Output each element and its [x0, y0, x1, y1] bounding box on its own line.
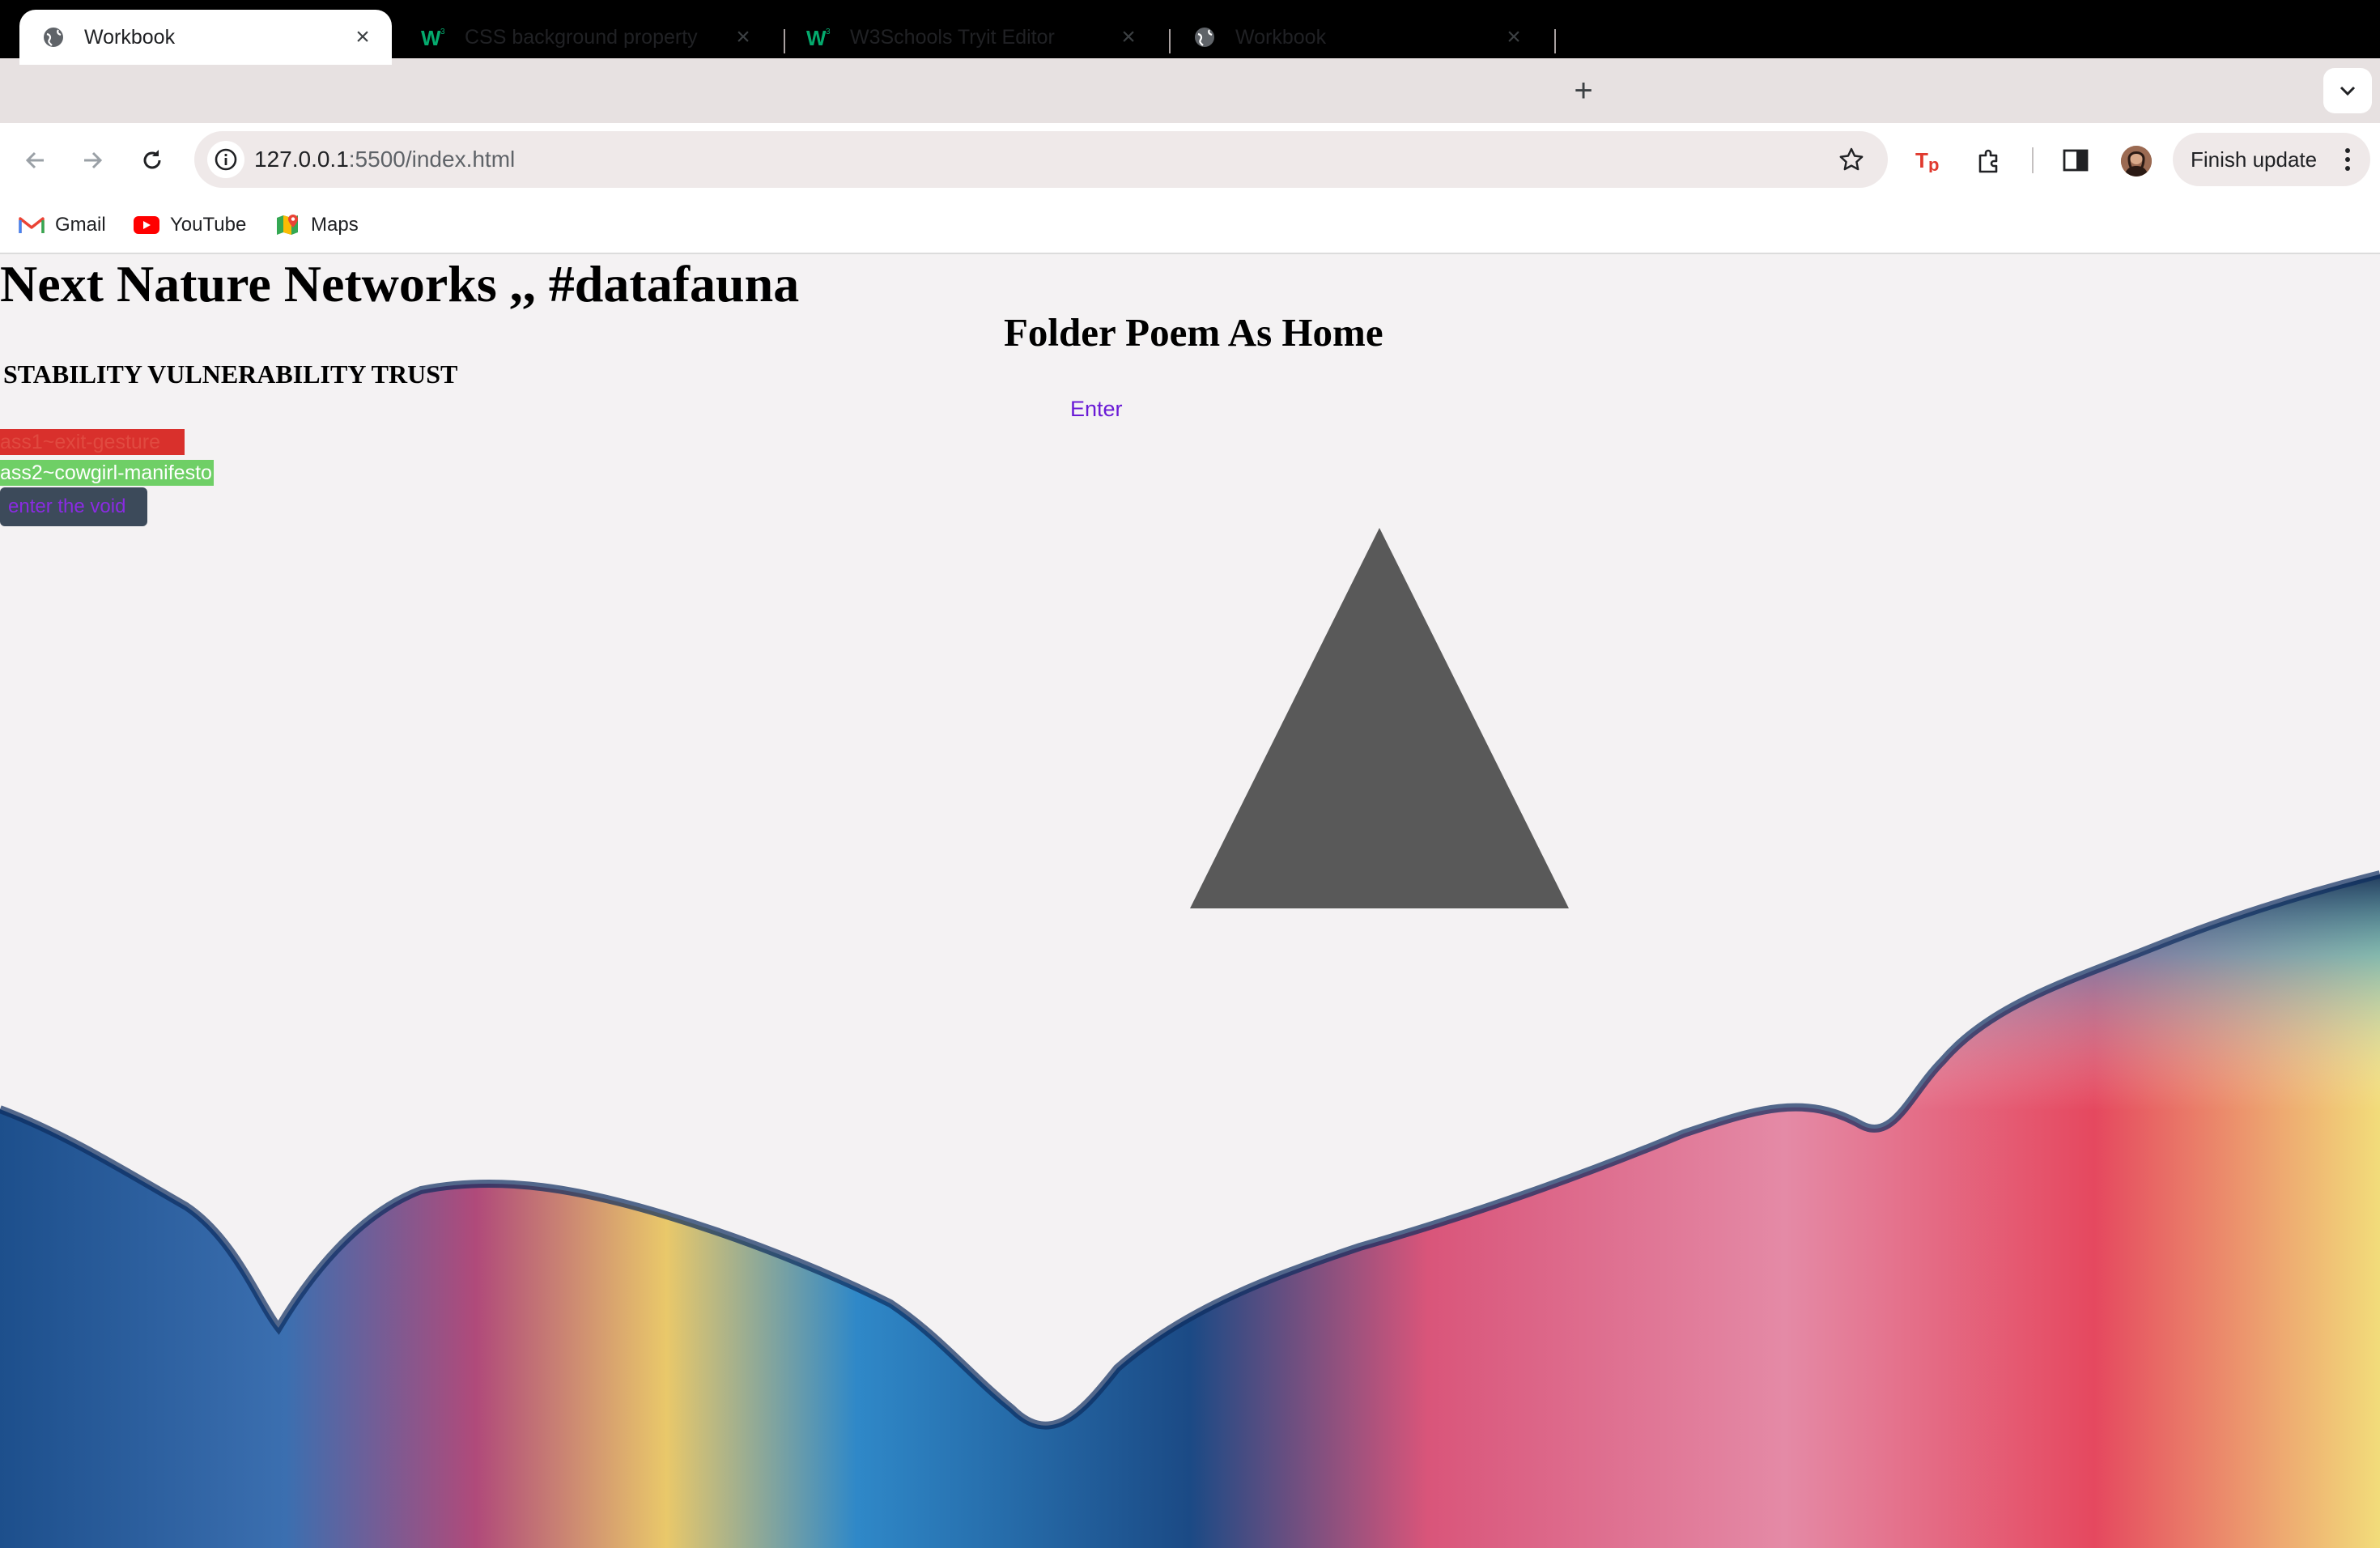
tab-workbook[interactable]: Workbook ×	[1171, 10, 1543, 65]
tab-tryit-editor[interactable]: W3 W3Schools Tryit Editor ×	[785, 10, 1158, 65]
avatar[interactable]	[2121, 146, 2152, 176]
side-panel-icon[interactable]	[2058, 142, 2093, 178]
tab-title: Workbook	[1235, 25, 1327, 49]
themes-heading: STABILITY VULNERABILITY TRUST	[3, 359, 458, 389]
tab-css-background[interactable]: W3 CSS background property ×	[400, 10, 772, 65]
arrow-left-icon	[25, 151, 44, 169]
tab-search-button[interactable]	[2323, 68, 2372, 113]
extension-tp-icon[interactable]: Tp	[1912, 142, 1948, 178]
bookmark-youtube[interactable]: YouTube	[133, 207, 246, 243]
gmail-icon	[18, 213, 45, 237]
new-tab-button[interactable]: +	[1566, 73, 1601, 108]
tab-title: W3Schools Tryit Editor	[850, 25, 1055, 49]
w3schools-icon: W3	[421, 24, 447, 50]
enter-link[interactable]: Enter	[1070, 397, 1123, 422]
tab-title: CSS background property	[465, 25, 698, 49]
globe-icon	[40, 24, 66, 50]
address-bar[interactable]: 127.0.0.1:5500/index.html	[194, 131, 1888, 188]
reload-icon	[143, 150, 161, 169]
watercolor-background	[0, 254, 2380, 1548]
ass1-exit-gesture-link[interactable]: ass1~exit-gesture	[0, 429, 185, 455]
reload-button[interactable]	[133, 141, 172, 180]
finish-update-label: Finish update	[2191, 147, 2318, 172]
info-icon[interactable]	[207, 141, 244, 178]
close-icon[interactable]: ×	[1116, 23, 1141, 50]
maps-icon	[274, 213, 301, 237]
bookmark-label: YouTube	[170, 214, 247, 236]
close-icon[interactable]: ×	[1501, 23, 1527, 50]
puzzle-icon[interactable]	[1972, 142, 2008, 178]
svg-text:3: 3	[440, 28, 445, 36]
tab-workbook-active[interactable]: Workbook ×	[19, 10, 392, 65]
finish-update-button[interactable]: Finish update	[2173, 133, 2370, 186]
globe-icon	[1192, 24, 1218, 50]
url-text: 127.0.0.1:5500/index.html	[254, 131, 515, 188]
svg-text:W: W	[421, 26, 441, 49]
w3schools-icon: W3	[806, 24, 832, 50]
url-path: :5500/index.html	[348, 147, 516, 172]
bookmark-maps[interactable]: Maps	[274, 207, 359, 243]
bookmark-label: Gmail	[55, 214, 106, 236]
svg-text:T: T	[1915, 148, 1928, 172]
bookmark-gmail[interactable]: Gmail	[18, 207, 106, 243]
tab-title: Workbook	[84, 25, 176, 49]
enter-the-void-button[interactable]: enter the void	[0, 487, 147, 526]
close-icon[interactable]: ×	[350, 23, 376, 50]
ass2-cowgirl-manifesto-link[interactable]: ass2~cowgirl-manifesto	[0, 460, 214, 486]
tab-strip	[0, 58, 2380, 123]
youtube-icon	[133, 213, 160, 237]
site-title: Next Nature Networks ,, #datafauna	[0, 255, 800, 313]
svg-text:3: 3	[826, 28, 831, 36]
svg-text:p: p	[1928, 155, 1939, 172]
page-title: Folder Poem As Home	[1004, 310, 1383, 355]
tab-separator	[1554, 29, 1556, 53]
svg-text:W: W	[806, 26, 827, 49]
close-icon[interactable]: ×	[730, 23, 756, 50]
forward-button[interactable]	[73, 141, 112, 180]
star-icon[interactable]	[1836, 144, 1867, 175]
toolbar-divider	[2032, 147, 2034, 173]
page-viewport[interactable]: Next Nature Networks ,, #datafauna Folde…	[0, 254, 2380, 1548]
bookmark-label: Maps	[311, 214, 359, 236]
back-button[interactable]	[16, 141, 55, 180]
chevron-down-icon	[2340, 86, 2356, 96]
url-host: 127.0.0.1	[254, 147, 349, 172]
arrow-right-icon	[84, 151, 103, 169]
more-vert-icon[interactable]	[2340, 142, 2356, 176]
